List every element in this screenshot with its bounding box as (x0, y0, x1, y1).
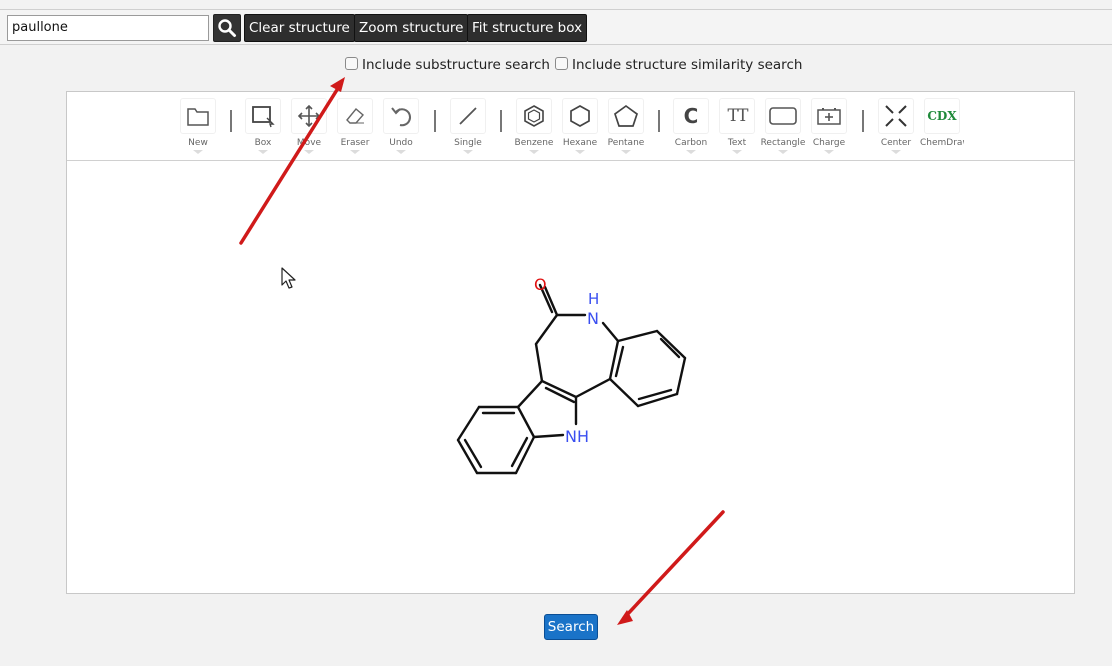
tool-label: Carbon (674, 138, 708, 148)
tool-label: Charge (812, 138, 846, 148)
tool-label: Benzene (514, 138, 554, 148)
tool-undo[interactable]: Undo (381, 96, 421, 154)
eraser-icon (346, 108, 364, 124)
move-icon (297, 104, 321, 128)
substructure-checkbox[interactable] (345, 57, 358, 70)
drawing-canvas[interactable]: O H N NH (67, 161, 1074, 593)
tool-text[interactable]: TT Text (717, 96, 757, 154)
zoom-structure-button[interactable]: Zoom structure (354, 14, 469, 42)
bond (534, 313, 559, 346)
cdx-icon: CDX (927, 109, 957, 123)
tool-rectangle[interactable]: Rectangle (761, 96, 805, 154)
bond (675, 356, 687, 396)
oxygen-atom-label: O (534, 275, 547, 294)
fit-structure-box-button[interactable]: Fit structure box (467, 14, 588, 42)
search-options: Include substructure search Include stru… (0, 56, 1112, 76)
bond (655, 329, 687, 360)
carbon-icon: C (683, 104, 699, 128)
bond-inner (614, 345, 625, 378)
tool-benzene[interactable]: Benzene (514, 96, 554, 154)
indole-nh-label: NH (565, 427, 589, 446)
tool-carbon[interactable]: C Carbon (671, 96, 711, 154)
bond (601, 321, 620, 343)
tool-single-bond[interactable]: Single (448, 96, 488, 154)
tool-chemdraw[interactable]: CDX ChemDraw (920, 96, 964, 154)
text-icon: TT (727, 106, 749, 126)
center-icon (885, 105, 907, 127)
structure-editor: New Box Move Eraser Undo Single Benzene … (66, 91, 1075, 594)
bond (636, 392, 679, 408)
similarity-label[interactable]: Include structure similarity search (572, 56, 802, 74)
molecule-structure[interactable]: O H N NH (67, 161, 1074, 593)
folder-icon (187, 108, 209, 126)
tool-charge[interactable]: Charge (809, 96, 849, 154)
charge-icon (817, 108, 841, 125)
toolbar-separator (658, 110, 660, 132)
tool-box[interactable]: Box (243, 96, 283, 154)
tool-label: Eraser (340, 138, 370, 148)
search-icon-button[interactable] (213, 14, 241, 42)
tool-label: Text (727, 138, 747, 148)
tool-label: Move (296, 138, 322, 148)
toolbar-separator (500, 110, 502, 132)
tool-eraser[interactable]: Eraser (335, 96, 375, 154)
similarity-checkbox[interactable] (555, 57, 568, 70)
tool-label: Pentane (607, 138, 645, 148)
tool-label: Center (880, 138, 912, 148)
tool-label: Rectangle (760, 138, 806, 148)
undo-icon (391, 107, 411, 127)
tool-label: Undo (389, 138, 413, 148)
tool-new[interactable]: New (178, 96, 218, 154)
toolbar-separator (862, 110, 864, 132)
tool-pentane[interactable]: Pentane (606, 96, 646, 154)
tool-label: New (188, 138, 208, 148)
compound-search-input[interactable]: paullone (7, 15, 209, 41)
toolbar-separator (230, 110, 232, 132)
compound-search-value: paullone (12, 20, 68, 35)
bond (456, 405, 481, 442)
magnifier-icon (218, 19, 236, 37)
pentane-icon (613, 104, 639, 127)
amide-nitrogen-label: N (587, 309, 599, 328)
clear-structure-button[interactable]: Clear structure (244, 14, 355, 42)
bond (534, 342, 544, 383)
bond-inner (510, 436, 529, 468)
rectangle-icon (769, 107, 797, 125)
tool-label: Single (454, 138, 482, 148)
bond (516, 379, 544, 409)
search-button[interactable]: Search (544, 614, 598, 640)
tool-hexane[interactable]: Hexane (560, 96, 600, 154)
bond (574, 377, 612, 399)
hexane-icon (570, 105, 590, 127)
single-bond-icon (459, 107, 477, 125)
editor-toolbar: New Box Move Eraser Undo Single Benzene … (67, 92, 1074, 161)
benzene-icon (524, 105, 544, 127)
substructure-label[interactable]: Include substructure search (362, 56, 550, 74)
tool-center[interactable]: Center (876, 96, 916, 154)
amide-hydrogen-label: H (588, 290, 599, 308)
bond (616, 329, 659, 343)
select-box-icon (252, 106, 275, 128)
bond-inner (463, 438, 483, 469)
tool-move[interactable]: Move (289, 96, 329, 154)
tool-label: Box (254, 138, 272, 148)
tool-label: Hexane (562, 138, 598, 148)
toolbar-separator (434, 110, 436, 132)
bond (516, 405, 536, 439)
tool-label: ChemDraw (920, 138, 964, 148)
bond (532, 433, 565, 439)
bond (608, 377, 640, 408)
